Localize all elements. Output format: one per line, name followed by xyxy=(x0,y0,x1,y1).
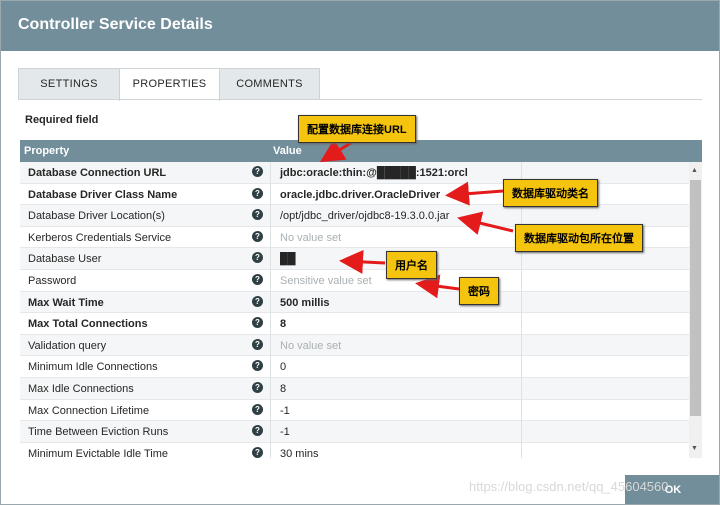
annotation-driver-class: 数据库驱动类名 xyxy=(503,179,598,207)
annotation-user: 用户名 xyxy=(386,251,437,279)
annotation-url: 配置数据库连接URL xyxy=(298,115,416,143)
annotation-password: 密码 xyxy=(459,277,499,305)
arrow-driver-location xyxy=(457,211,514,235)
watermark: https://blog.csdn.net/qq_45604560 xyxy=(469,479,669,494)
controller-service-dialog: Controller Service Details SETTINGS PROP… xyxy=(0,0,720,505)
annotation-driver-location: 数据库驱动包所在位置 xyxy=(515,224,643,252)
arrow-password xyxy=(415,274,460,299)
annotation-arrows xyxy=(319,137,514,299)
arrow-driver-class xyxy=(445,181,504,206)
arrow-user xyxy=(339,249,386,274)
